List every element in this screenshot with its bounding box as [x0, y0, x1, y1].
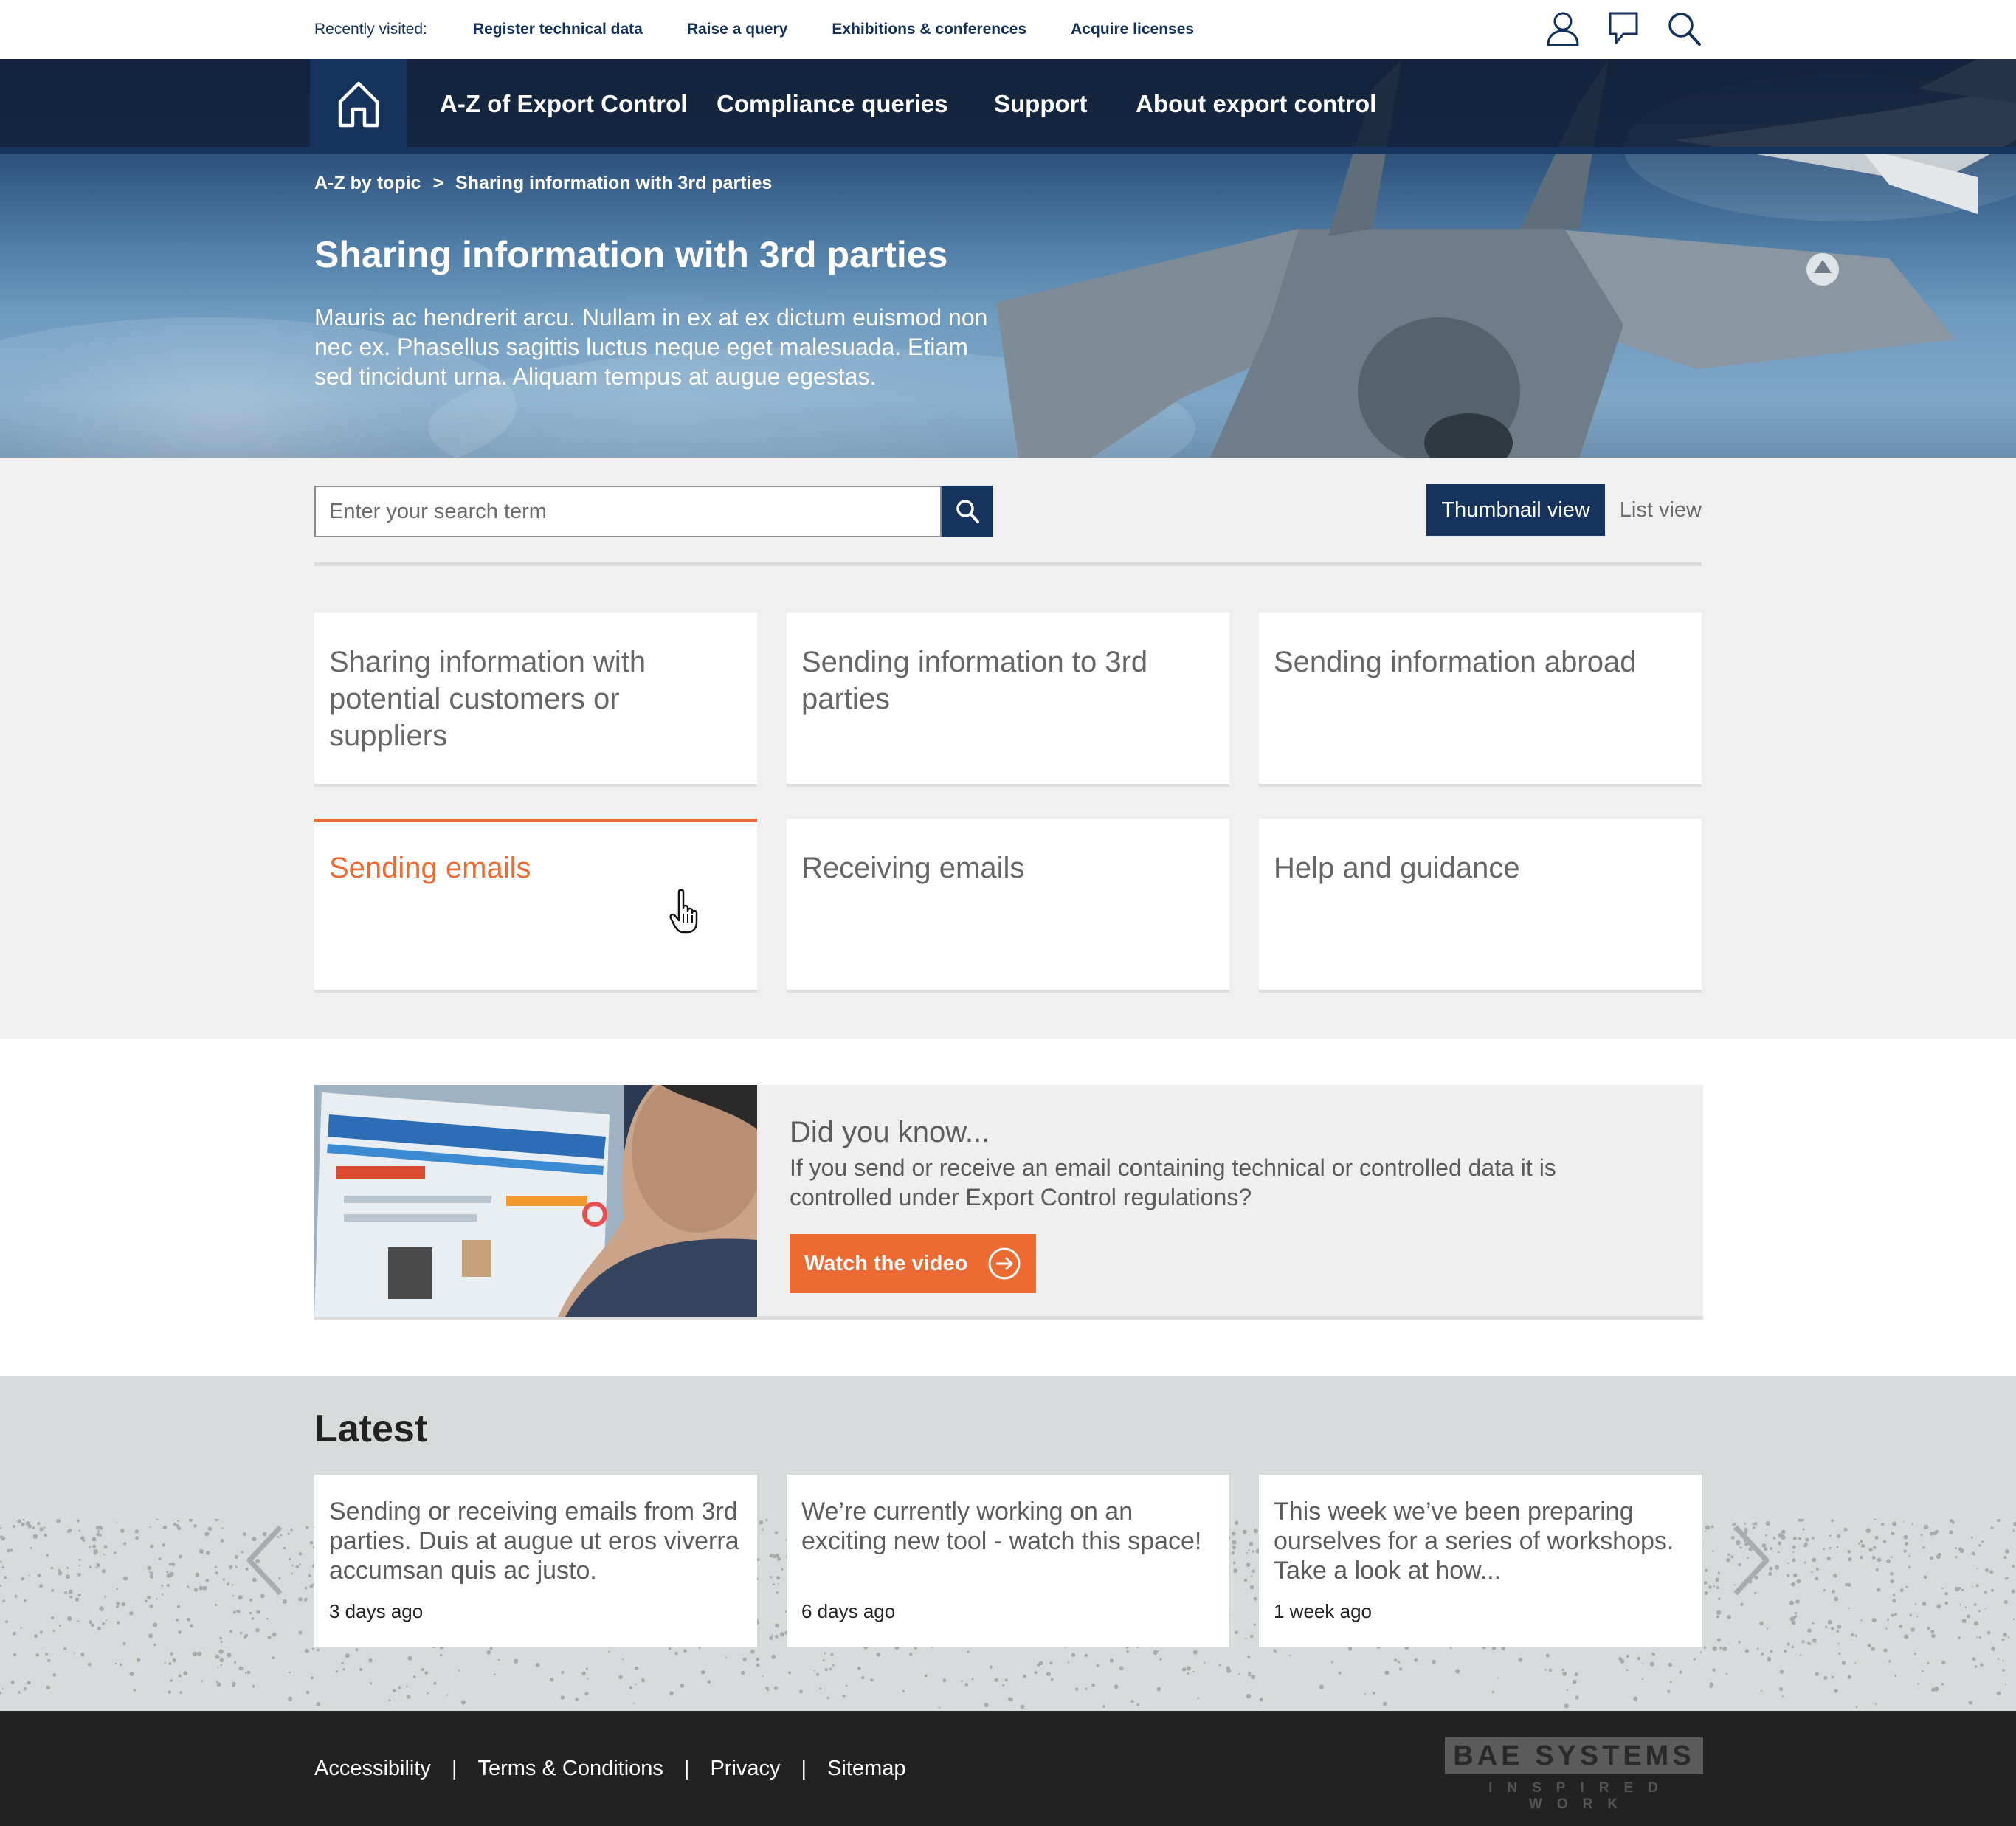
search-icon[interactable]: [1666, 10, 1702, 47]
news-card[interactable]: Sending or receiving emails from 3rd par…: [314, 1475, 757, 1647]
topic-card-label: Sending emails: [329, 852, 531, 884]
logo-tagline: INSPIRED WORK: [1488, 1780, 1673, 1812]
utility-icons: [1545, 10, 1702, 47]
search-input[interactable]: [314, 486, 942, 537]
footer-links: Accessibility | Terms & Conditions | Pri…: [314, 1757, 905, 1781]
hero-banner: A-Z of Export Control Compliance queries…: [0, 59, 2016, 458]
watch-video-button[interactable]: Watch the video: [790, 1234, 1036, 1293]
logo-wordmark: BAE SYSTEMS: [1445, 1737, 1703, 1774]
news-card-text: This week we’ve been preparing ourselves…: [1274, 1498, 1674, 1585]
section-divider: [314, 562, 1702, 566]
list-view-button[interactable]: List view: [1605, 484, 1702, 536]
did-you-know-title: Did you know...: [790, 1116, 990, 1148]
breadcrumb-a-z-by-topic[interactable]: A-Z by topic: [314, 173, 421, 194]
arrow-right-circle-icon: [988, 1247, 1021, 1280]
news-card[interactable]: This week we’ve been preparing ourselves…: [1259, 1475, 1702, 1647]
recently-visited-label: Recently visited:: [314, 21, 427, 38]
breadcrumb: A-Z by topic > Sharing information with …: [314, 173, 772, 194]
recent-link-exhibitions-conferences[interactable]: Exhibitions & conferences: [832, 21, 1026, 38]
nav-item-about-export-control[interactable]: About export control: [1136, 90, 1376, 118]
nav-item-compliance-queries[interactable]: Compliance queries: [717, 90, 948, 118]
topic-card-label: Sending information abroad: [1274, 646, 1637, 678]
bae-systems-logo: BAE SYSTEMS INSPIRED WORK: [1445, 1737, 1703, 1812]
topic-card-label: Sharing information with potential custo…: [329, 646, 646, 752]
footer-separator: |: [801, 1757, 807, 1780]
topic-card-label: Sending information to 3rd parties: [801, 646, 1148, 715]
home-icon: [338, 81, 379, 128]
topic-card[interactable]: Sending information abroad: [1259, 613, 1702, 787]
did-you-know-text: If you send or receive an email containi…: [790, 1154, 1556, 1210]
topic-card[interactable]: Sharing information with potential custo…: [314, 613, 757, 787]
person-at-screen-image: [314, 1085, 757, 1317]
chat-icon[interactable]: [1606, 10, 1641, 47]
did-you-know-panel: Did you know... If you send or receive a…: [314, 1085, 1703, 1320]
topic-card-label: Help and guidance: [1274, 852, 1520, 884]
footer-link-accessibility[interactable]: Accessibility: [314, 1757, 431, 1781]
news-card-date: 3 days ago: [329, 1600, 424, 1622]
news-card-date: 6 days ago: [801, 1600, 896, 1622]
news-card[interactable]: We’re currently working on an exciting n…: [787, 1475, 1229, 1647]
carousel-prev-icon[interactable]: [244, 1523, 288, 1597]
page-description: Mauris ac hendrerit arcu. Nullam in ex a…: [314, 304, 988, 390]
hand-cursor-icon: [669, 889, 698, 934]
thumbnail-view-button[interactable]: Thumbnail view: [1426, 484, 1605, 536]
user-icon[interactable]: [1545, 10, 1581, 47]
topic-card[interactable]: Sending information to 3rd parties: [787, 613, 1229, 787]
view-toggle: Thumbnail view List view: [1426, 484, 1702, 536]
topic-card[interactable]: Receiving emails: [787, 819, 1229, 993]
footer: Accessibility | Terms & Conditions | Pri…: [0, 1711, 2016, 1826]
footer-link-terms[interactable]: Terms & Conditions: [477, 1757, 663, 1781]
watch-video-label: Watch the video: [804, 1251, 968, 1275]
topics-section: Thumbnail view List view Sharing informa…: [0, 458, 2016, 1039]
search-button[interactable]: [942, 486, 993, 537]
utility-bar: Recently visited: Register technical dat…: [0, 0, 2016, 59]
latest-title: Latest: [314, 1408, 428, 1450]
search-bar: [314, 486, 993, 537]
news-card-date: 1 week ago: [1274, 1600, 1372, 1622]
footer-link-sitemap[interactable]: Sitemap: [827, 1757, 905, 1781]
breadcrumb-current: Sharing information with 3rd parties: [455, 173, 773, 193]
recent-link-acquire-licenses[interactable]: Acquire licenses: [1071, 21, 1194, 38]
topic-card-label: Receiving emails: [801, 852, 1025, 884]
nav-item-support[interactable]: Support: [994, 90, 1087, 118]
nav-item-a-z-export-control[interactable]: A-Z of Export Control: [440, 90, 687, 118]
news-card-text: We’re currently working on an exciting n…: [801, 1498, 1202, 1555]
footer-separator: |: [683, 1757, 690, 1780]
nav-home-button[interactable]: [310, 59, 407, 154]
recent-link-raise-a-query[interactable]: Raise a query: [687, 21, 788, 38]
search-icon: [956, 500, 979, 523]
recent-link-register-technical-data[interactable]: Register technical data: [473, 21, 643, 38]
news-card-text: Sending or receiving emails from 3rd par…: [329, 1498, 739, 1585]
utility-bar-inner: Recently visited: Register technical dat…: [314, 0, 1702, 59]
breadcrumb-separator: >: [432, 173, 444, 193]
footer-link-privacy[interactable]: Privacy: [710, 1757, 780, 1781]
page-title: Sharing information with 3rd parties: [314, 234, 948, 275]
footer-separator: |: [451, 1757, 458, 1780]
carousel-next-icon[interactable]: [1728, 1523, 1772, 1597]
topic-card[interactable]: Help and guidance: [1259, 819, 1702, 993]
latest-section: Latest Sending or receiving emails from …: [0, 1376, 2016, 1711]
